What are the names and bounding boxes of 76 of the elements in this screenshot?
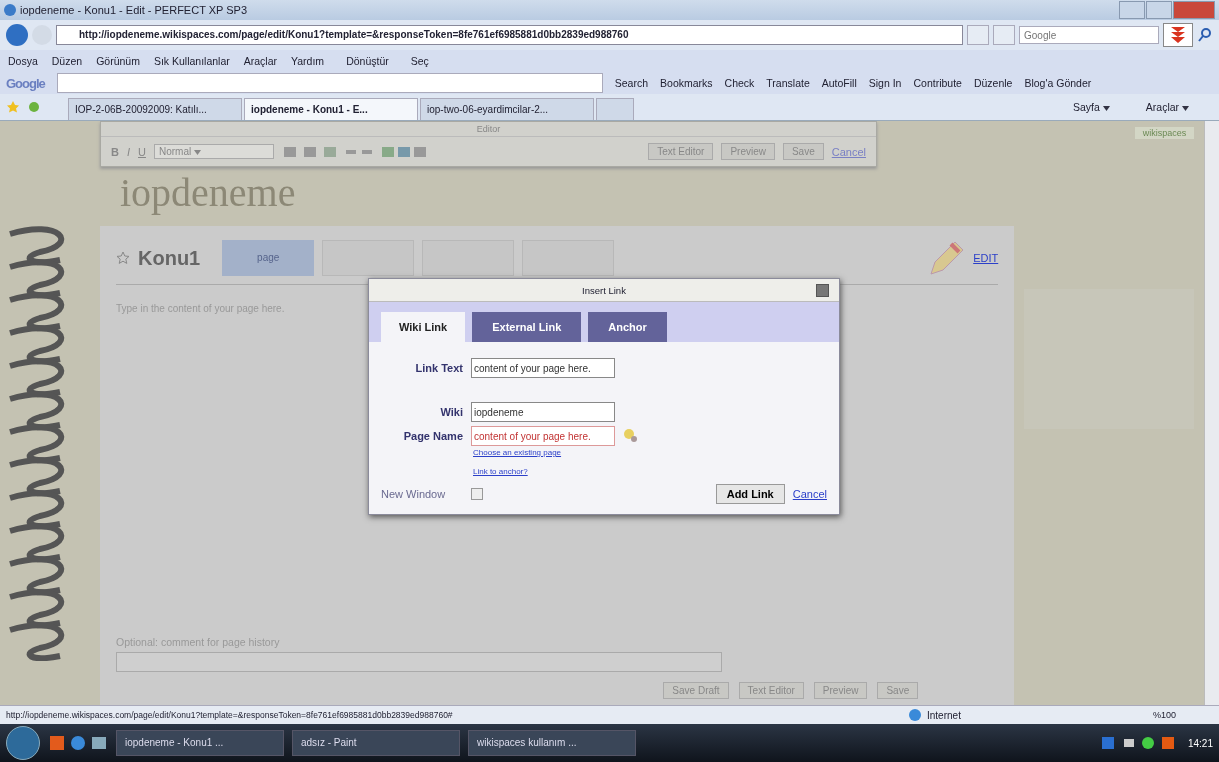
toolbar-button[interactable]: Sayfa — [1073, 101, 1134, 113]
dialog-tab[interactable]: External Link — [472, 312, 582, 342]
browser-icon — [4, 4, 16, 16]
page-title: Konu1 — [138, 246, 201, 270]
address-field[interactable]: http://iopdeneme.wikispaces.com/page/edit/Konu1?template=&responseToken=8fe761ef6985881d0bb2839ed988760 — [56, 25, 963, 45]
browser-tab[interactable]: IOP-2-06B-20092009: Katılı... — [68, 98, 242, 120]
taskbar-button[interactable]: iopdeneme - Konu1 ... — [116, 730, 284, 756]
caret-icon — [1102, 106, 1110, 111]
toolbar-button[interactable]: Translate — [766, 77, 810, 89]
cancel-link[interactable]: Cancel — [792, 488, 827, 500]
toolbar-button[interactable]: Düzenle — [973, 77, 1013, 89]
toolbar-button[interactable]: Contribute — [913, 77, 962, 89]
google-search-field[interactable] — [56, 73, 603, 93]
security-zone: Internet — [927, 709, 962, 721]
page-tab[interactable] — [522, 240, 615, 276]
page-tab[interactable] — [422, 240, 515, 276]
window-title: iopdeneme - Konu1 - Edit - PERFECT XP SP3 — [20, 4, 248, 16]
dialog-tab[interactable]: Wiki Link — [381, 312, 466, 342]
menu-item[interactable]: Dosya — [8, 55, 38, 67]
close-button[interactable] — [816, 284, 829, 297]
toolbar-button[interactable]: AutoFill — [821, 77, 857, 89]
clock: 14:21 — [1187, 737, 1213, 749]
menu-item[interactable]: Araçlar — [243, 55, 278, 67]
text-field[interactable]: content of your page here. — [471, 426, 615, 446]
search-field[interactable]: Google — [1019, 26, 1159, 44]
page-tab[interactable] — [322, 240, 415, 276]
new-window-label: New Window — [381, 488, 447, 500]
dialog-title: Insert Link — [582, 284, 626, 296]
search-icon[interactable] — [1197, 27, 1213, 43]
comment-field[interactable] — [116, 652, 722, 672]
toolbar-button[interactable]: Seç — [410, 55, 429, 67]
menu-item[interactable]: Düzen — [51, 55, 83, 67]
taskbar-button[interactable]: wikispaces kullanım ... — [468, 730, 636, 756]
new-window-checkbox[interactable] — [471, 488, 483, 500]
maximize-button[interactable] — [1146, 1, 1172, 19]
toolbar-button[interactable]: Blog'a Gönder — [1024, 77, 1092, 89]
scrollbar[interactable] — [1204, 121, 1219, 705]
new-tab-button[interactable] — [596, 98, 634, 120]
text-field[interactable]: content of your page here. — [471, 358, 615, 378]
caret-icon — [194, 150, 201, 155]
add-link-button[interactable]: Add Link — [715, 484, 785, 504]
status-text: http://iopdeneme.wikispaces.com/page/edit/Konu1?template=&responseToken=8fe761ef6985881d0bb2839ed988760# — [6, 710, 453, 720]
wiki-logo: iopdeneme — [120, 169, 296, 216]
toolbar-button[interactable]: Search — [614, 77, 649, 89]
caret-icon — [1182, 106, 1189, 111]
dialog-link[interactable]: Link to anchor? — [473, 467, 827, 476]
taskbar-button[interactable]: adsız - Paint — [292, 730, 460, 756]
favorites-star-icon[interactable] — [6, 100, 42, 114]
minimize-button[interactable] — [1119, 1, 1145, 19]
toolbar-title: Editor — [101, 122, 876, 137]
field-label: Wiki — [439, 406, 463, 418]
menu-item[interactable]: Yardım — [291, 55, 325, 67]
star-icon[interactable] — [116, 251, 130, 265]
refresh-button[interactable] — [967, 25, 989, 45]
toolbar-button[interactable]: Check — [724, 77, 755, 89]
dialog-link[interactable]: Choose an existing page — [473, 448, 827, 457]
dialog-tab[interactable]: Anchor — [588, 312, 667, 342]
globe-icon — [909, 709, 921, 721]
toolbar-button[interactable]: Dönüştür — [346, 55, 389, 67]
quick-launch-icons-drawing — [48, 734, 108, 752]
zoom-level[interactable]: %100 — [1153, 710, 1213, 720]
google-logo: Google — [6, 75, 45, 91]
browser-tab[interactable]: iop-two-06-eyardimcilar-2... — [420, 98, 594, 120]
toolbar-button[interactable]: Araçlar — [1145, 101, 1213, 113]
field-label: Page Name — [402, 430, 463, 442]
browser-tab[interactable]: iopdeneme - Konu1 - E... — [244, 98, 418, 120]
field-label: Link Text — [414, 362, 463, 374]
menu-item[interactable]: Sık Kullanılanlar — [153, 55, 230, 67]
stop-button[interactable] — [993, 25, 1015, 45]
toolbar-button[interactable]: Sign In — [868, 77, 902, 89]
menu-item[interactable]: Görünüm — [96, 55, 140, 67]
start-button[interactable] — [6, 726, 40, 760]
back-button[interactable] — [6, 24, 28, 46]
toolbar-button[interactable]: Bookmarks — [660, 77, 713, 89]
text-field[interactable]: iopdeneme — [471, 402, 615, 422]
edit-link[interactable]: EDIT — [973, 252, 999, 264]
